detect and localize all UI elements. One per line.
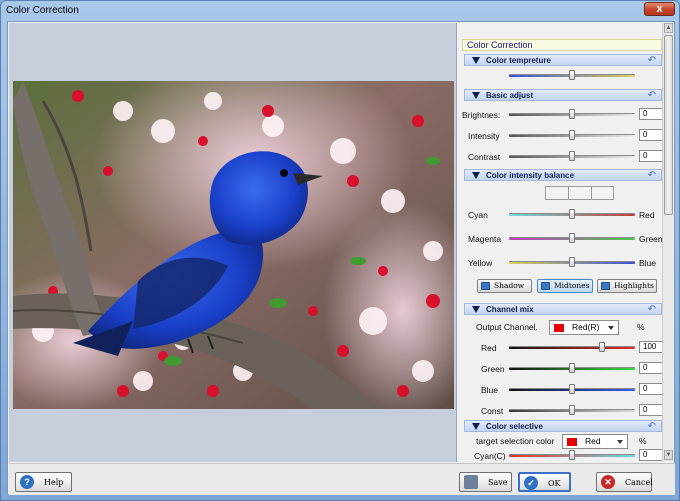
section-title: Color tempreture [486,56,551,65]
balance-preview-swatches [545,186,614,200]
panel-scrollbar[interactable]: ▲ ▼ [662,23,673,461]
chevron-down-icon [617,440,623,444]
section-title: Color selective [486,422,543,431]
save-button[interactable]: Save [459,472,512,492]
ok-button-label: OK [548,479,561,488]
dialog-client: Color Correction Color tempreture ↶ Basi… [7,21,675,495]
mix-blue-label: Blue [481,385,499,395]
mix-blue-slider-knob[interactable] [569,384,575,394]
shadow-button-label: Shadow [494,281,525,290]
yellow-blue-slider-knob[interactable] [569,257,575,267]
collapse-triangle-icon [472,57,480,64]
scroll-down-arrow[interactable]: ▼ [664,450,673,460]
red-swatch [554,324,564,332]
title-bar[interactable]: Color Correction x [1,1,679,21]
undo-icon[interactable]: ↶ [648,421,656,432]
mix-red-slider-knob[interactable] [599,342,605,352]
preview-image [13,81,454,409]
image-preview-pane [9,23,457,462]
intensity-slider-knob[interactable] [569,130,575,140]
cyan-label: Cyan [468,210,488,220]
intensity-label: Intensity [468,131,500,141]
ok-button[interactable]: ✓ OK [518,472,571,492]
cancel-button-label: Cancel [625,478,653,487]
highlights-button-label: Highlights [614,281,654,290]
close-icon: x [656,3,663,15]
temperature-slider-knob[interactable] [569,70,575,80]
output-channel-label: Output Channel. [476,322,538,332]
shadow-button[interactable]: Shadow [477,279,532,293]
magenta-green-slider-knob[interactable] [569,233,575,243]
output-channel-select[interactable]: Red(R) [549,320,619,335]
contrast-slider-knob[interactable] [569,151,575,161]
mix-red-label: Red [481,343,497,353]
yellow-label: Yellow [468,258,493,268]
undo-icon[interactable]: ↶ [648,170,656,181]
undo-icon[interactable]: ↶ [648,90,656,101]
collapse-triangle-icon [472,172,480,179]
mix-green-label: Green [481,364,505,374]
red-swatch [567,438,577,446]
section-title: Basic adjust [486,91,534,100]
mix-const-label: Const [481,406,504,416]
undo-icon[interactable]: ↶ [648,55,656,66]
contrast-label: Contrast [468,152,501,162]
tone-check-icon [541,282,550,290]
section-title: Channel mix [486,305,534,314]
section-color-temperature[interactable]: Color tempreture ↶ [464,54,662,66]
cancel-icon: ✕ [601,475,615,489]
brightness-label: Brightnes: [462,110,501,120]
highlights-button[interactable]: Highlights [597,279,657,293]
close-button[interactable]: x [644,2,675,16]
section-basic-adjust[interactable]: Basic adjust ↶ [464,89,662,101]
tone-check-icon [481,282,490,290]
dialog-button-bar: ? Help Save ✓ OK ✕ Cancel [9,463,675,495]
mix-green-slider-knob[interactable] [569,363,575,373]
blue-label: Blue [639,258,657,268]
section-color-intensity-balance[interactable]: Color intensity balance ↶ [464,169,662,181]
section-channel-mix[interactable]: Channel mix ↶ [464,303,662,315]
magenta-label: Magenta [468,234,502,244]
output-channel-value: Red(R) [572,322,600,332]
chevron-down-icon [608,326,614,330]
midtones-button[interactable]: Midtones [537,279,593,293]
swatch [592,187,615,199]
section-title: Color intensity balance [486,171,575,180]
collapse-triangle-icon [472,306,480,313]
help-icon: ? [20,475,34,489]
target-color-select[interactable]: Red [562,434,628,449]
section-color-selective[interactable]: Color selective ↶ [464,420,662,432]
scroll-thumb[interactable] [664,35,673,215]
cyan-red-slider-knob[interactable] [569,209,575,219]
swatch [546,187,569,199]
scroll-up-arrow[interactable]: ▲ [664,23,673,33]
percent-label: % [637,322,645,332]
mix-red-slider-track[interactable] [509,346,635,349]
target-color-value: Red [585,436,601,446]
collapse-triangle-icon [472,92,480,99]
swatch [569,187,592,199]
ok-check-icon: ✓ [524,476,538,490]
save-icon [464,475,478,489]
help-button[interactable]: ? Help [15,472,72,492]
mix-const-slider-knob[interactable] [569,405,575,415]
green-label: Green [639,234,663,244]
correction-panel: Color Correction Color tempreture ↶ Basi… [459,23,674,462]
red-label: Red [639,210,655,220]
brightness-slider-knob[interactable] [569,109,575,119]
color-correction-window: Color Correction x Color Correction Colo… [0,0,680,501]
target-selection-label: target selection color [476,436,555,446]
percent-label: % [639,436,647,446]
save-button-label: Save [488,478,508,487]
undo-icon[interactable]: ↶ [648,304,656,315]
window-title: Color Correction [6,5,79,16]
midtones-button-label: Midtones [554,281,590,290]
selective-cyan-label: Cyan(C) [474,451,506,461]
cancel-button[interactable]: ✕ Cancel [596,472,653,492]
panel-header: Color Correction [462,39,662,51]
collapse-triangle-icon [472,423,480,430]
selective-cyan-slider-knob[interactable] [569,450,575,460]
tone-check-icon [601,282,610,290]
help-button-label: Help [44,478,64,487]
